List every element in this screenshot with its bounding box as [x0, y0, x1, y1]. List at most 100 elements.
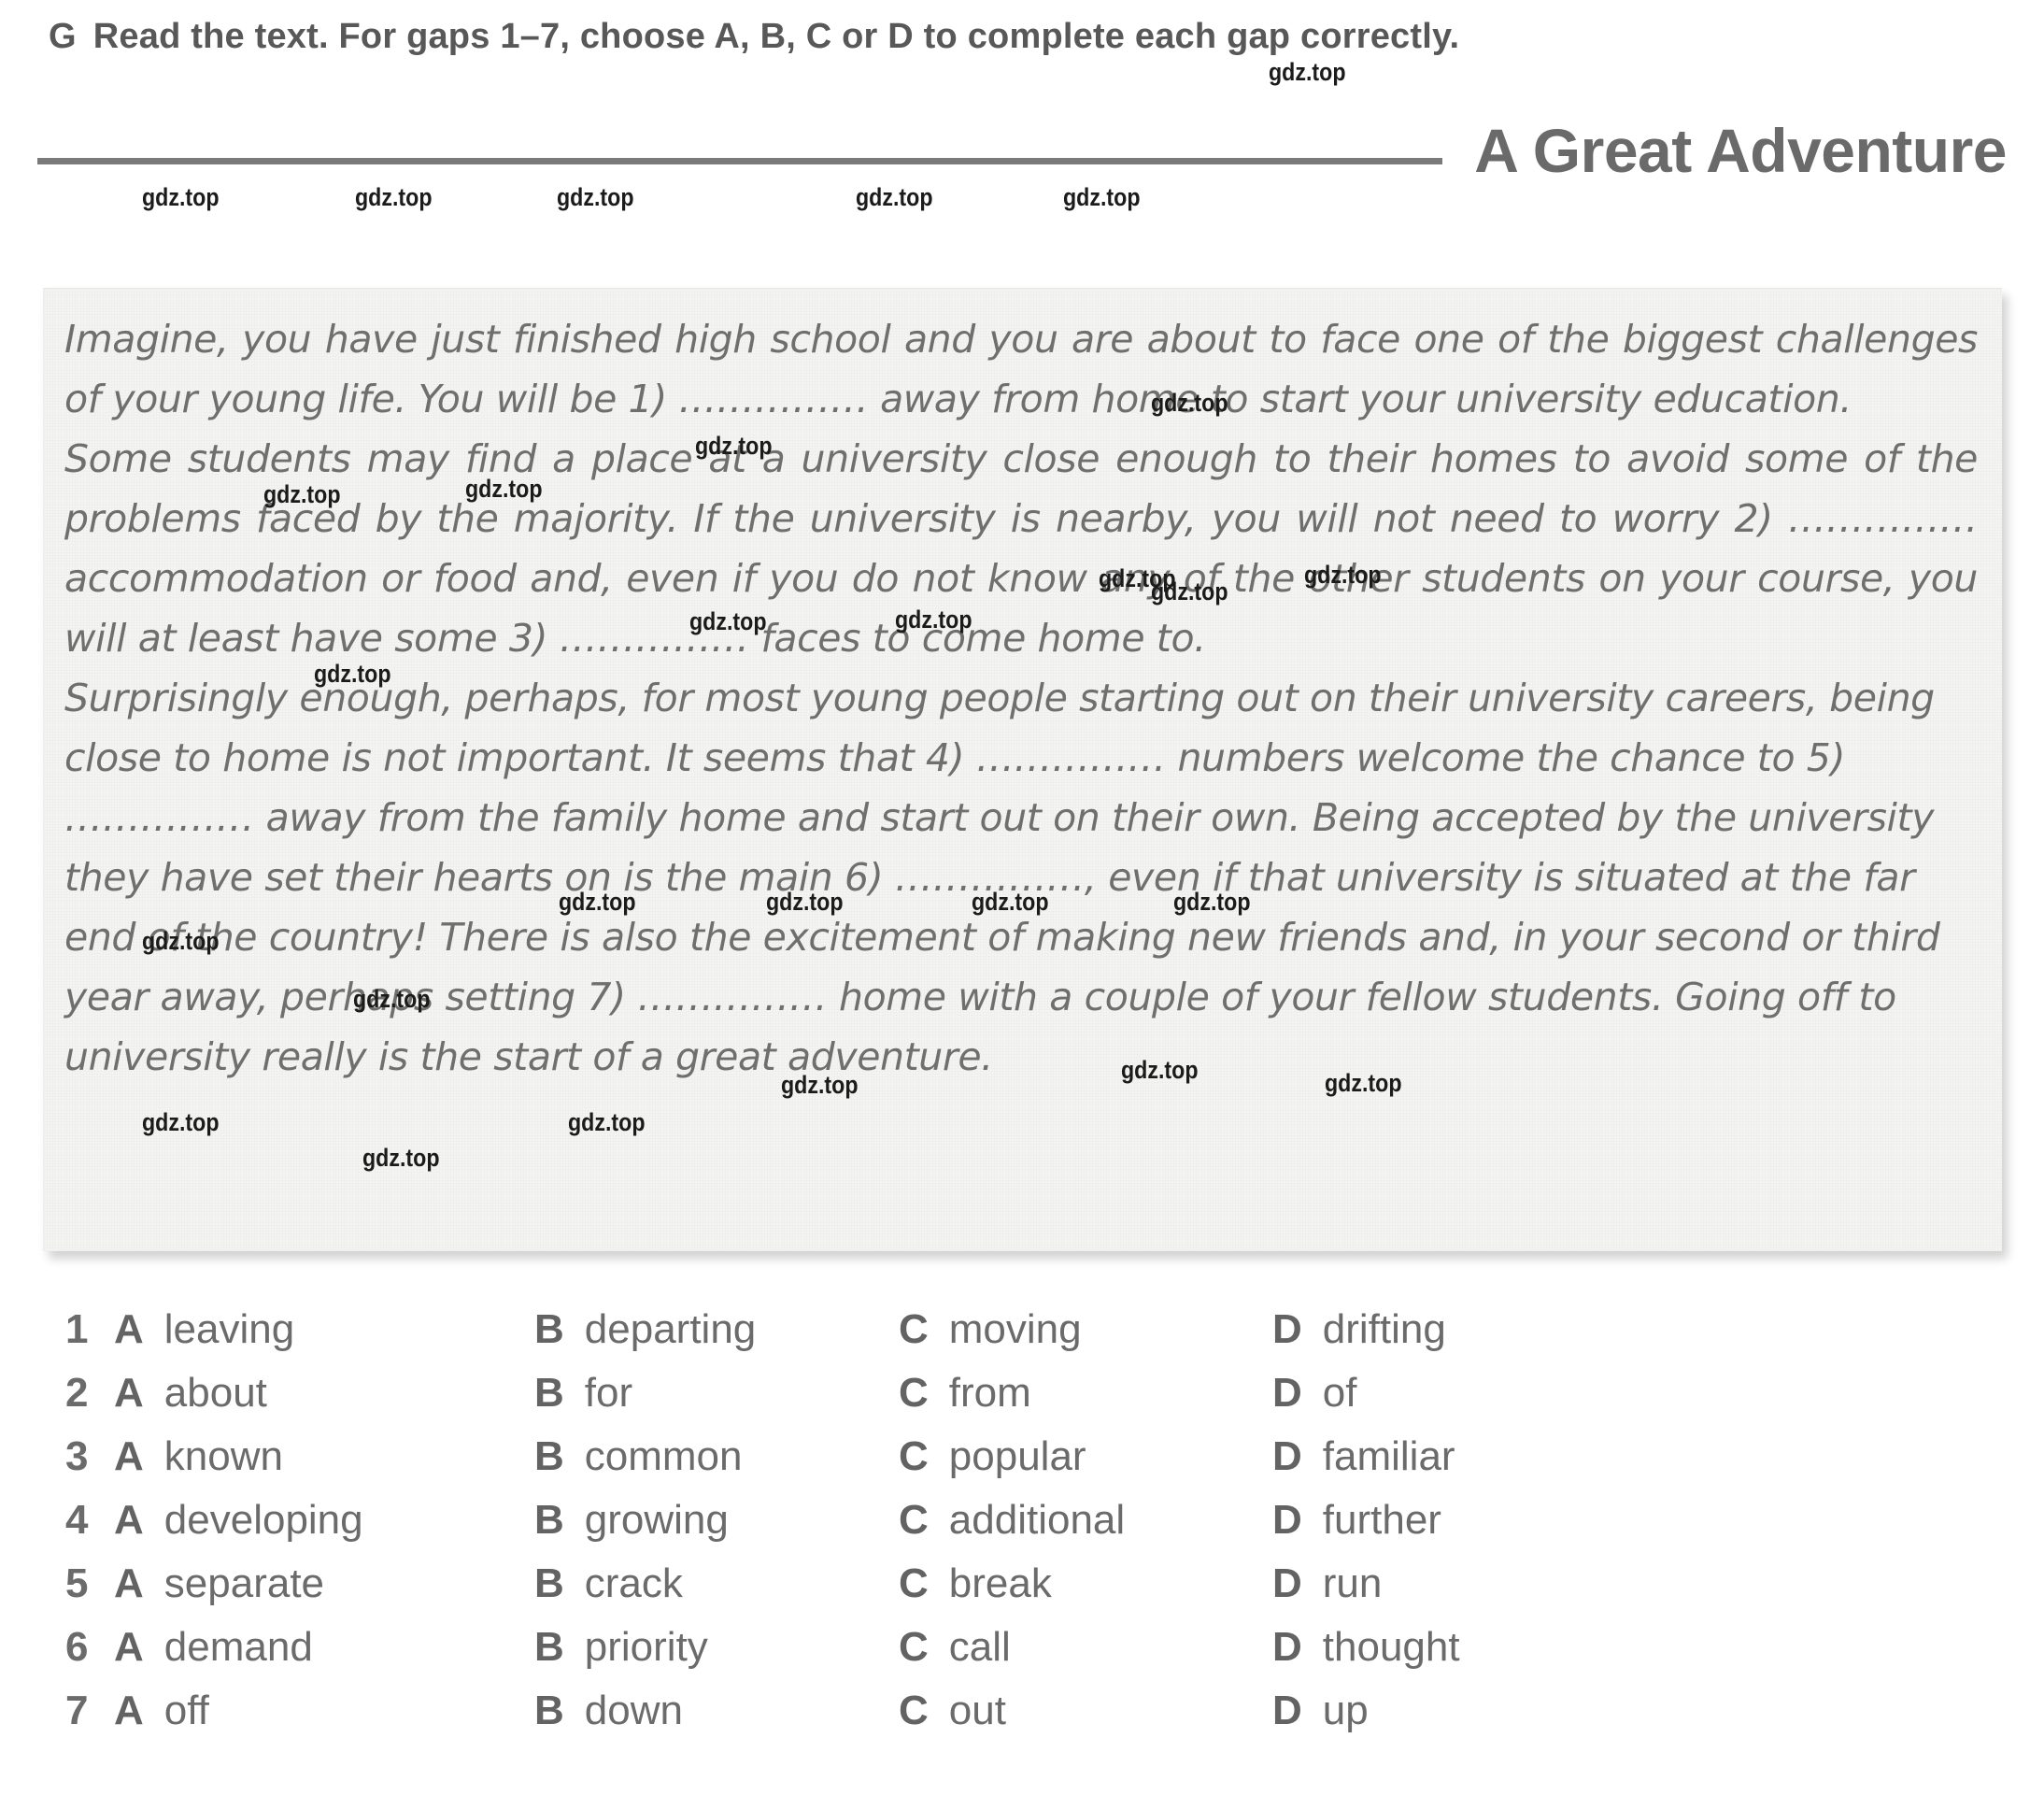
- option-text-b: common: [584, 1433, 743, 1479]
- option-text-d: familiar: [1322, 1433, 1455, 1479]
- option-choice-c[interactable]: Cfrom: [899, 1370, 1272, 1417]
- option-choice-d[interactable]: Dfurther: [1272, 1497, 1441, 1544]
- option-text-d: further: [1322, 1497, 1441, 1543]
- option-choice-c[interactable]: Ccall: [899, 1624, 1272, 1671]
- option-text-a: demand: [163, 1624, 313, 1670]
- passage-paragraph-1: Imagine, you have just finished high sch…: [64, 317, 1978, 421]
- option-row-number: 5: [65, 1560, 89, 1606]
- option-letter-a: A: [114, 1433, 144, 1479]
- option-choice-d[interactable]: Drun: [1272, 1560, 1382, 1607]
- option-letter-b: B: [534, 1433, 564, 1479]
- option-letter-d: D: [1272, 1624, 1302, 1670]
- option-choice-a[interactable]: Aleaving: [114, 1306, 534, 1353]
- passage-paragraph-2: Some students may find a place at a univ…: [64, 436, 1978, 661]
- option-letter-d: D: [1272, 1370, 1302, 1416]
- option-text-b: departing: [584, 1306, 757, 1352]
- option-letter-b: B: [534, 1306, 564, 1352]
- option-letter-c: C: [899, 1688, 929, 1733]
- option-row: 1 Aleaving Bdeparting Cmoving Ddrifting: [65, 1306, 1990, 1370]
- option-choice-d[interactable]: Dthought: [1272, 1624, 1460, 1671]
- option-choice-a[interactable]: Aabout: [114, 1370, 534, 1417]
- option-text-d: drifting: [1322, 1306, 1446, 1352]
- option-choice-b[interactable]: Bgrowing: [534, 1497, 899, 1544]
- option-letter-b: B: [534, 1560, 564, 1606]
- option-row-number: 4: [65, 1497, 89, 1543]
- option-choice-b[interactable]: Bpriority: [534, 1624, 899, 1671]
- option-choice-b[interactable]: Bdown: [534, 1688, 899, 1734]
- option-row-number: 7: [65, 1688, 89, 1733]
- horizontal-rule-divider: [37, 157, 1443, 164]
- option-choice-c[interactable]: Cadditional: [899, 1497, 1272, 1544]
- option-choice-a[interactable]: Ademand: [114, 1624, 534, 1671]
- option-text-a: known: [163, 1433, 283, 1479]
- option-text-c: moving: [948, 1306, 1082, 1352]
- option-choice-a[interactable]: Aknown: [114, 1433, 534, 1480]
- option-letter-d: D: [1272, 1560, 1302, 1606]
- option-text-a: off: [163, 1688, 209, 1733]
- option-text-b: growing: [584, 1497, 729, 1543]
- article-title-row: A Great Adventure: [37, 118, 2007, 183]
- option-text-c: additional: [948, 1497, 1126, 1543]
- option-text-b: crack: [584, 1560, 683, 1606]
- option-choice-a[interactable]: Aseparate: [114, 1560, 534, 1607]
- option-letter-b: B: [534, 1370, 564, 1416]
- option-row: 7 Aoff Bdown Cout Dup: [65, 1688, 1990, 1751]
- exercise-instruction-text: Read the text. For gaps 1–7, choose A, B…: [92, 17, 1460, 56]
- option-row-number: 6: [65, 1624, 89, 1670]
- watermark-text: gdz.top: [355, 183, 433, 211]
- option-choice-c[interactable]: Cbreak: [899, 1560, 1272, 1607]
- option-choice-d[interactable]: Dup: [1272, 1688, 1369, 1734]
- option-letter-a: A: [114, 1624, 144, 1670]
- option-letter-d: D: [1272, 1306, 1302, 1352]
- option-choice-c[interactable]: Cmoving: [899, 1306, 1272, 1353]
- option-letter-a: A: [114, 1497, 144, 1543]
- watermark-text: gdz.top: [1063, 183, 1141, 211]
- reading-passage-text: Imagine, you have just finished high sch…: [44, 289, 2002, 1087]
- option-choice-a[interactable]: Aoff: [114, 1688, 534, 1734]
- option-text-c: from: [948, 1370, 1031, 1416]
- option-row: 6 Ademand Bpriority Ccall Dthought: [65, 1624, 1990, 1688]
- option-row: 5 Aseparate Bcrack Cbreak Drun: [65, 1560, 1990, 1624]
- option-text-b: priority: [584, 1624, 708, 1670]
- option-text-d: up: [1322, 1688, 1369, 1733]
- option-letter-a: A: [114, 1370, 144, 1416]
- option-row-number: 2: [65, 1370, 89, 1416]
- option-letter-c: C: [899, 1433, 929, 1479]
- option-letter-b: B: [534, 1624, 564, 1670]
- exercise-instruction: G Read the text. For gaps 1–7, choose A, …: [49, 17, 1459, 57]
- option-letter-d: D: [1272, 1688, 1302, 1733]
- option-text-a: leaving: [163, 1306, 295, 1352]
- option-choice-b[interactable]: Bcrack: [534, 1560, 899, 1607]
- option-letter-c: C: [899, 1306, 929, 1352]
- option-text-a: developing: [163, 1497, 363, 1543]
- option-choice-b[interactable]: Bfor: [534, 1370, 899, 1417]
- option-letter-c: C: [899, 1497, 929, 1543]
- option-letter-a: A: [114, 1306, 144, 1352]
- option-choice-a[interactable]: Adeveloping: [114, 1497, 534, 1544]
- option-choice-c[interactable]: Cout: [899, 1688, 1272, 1734]
- option-text-b: for: [584, 1370, 633, 1416]
- option-letter-d: D: [1272, 1497, 1302, 1543]
- option-letter-c: C: [899, 1370, 929, 1416]
- option-choice-d[interactable]: Ddrifting: [1272, 1306, 1446, 1353]
- option-choice-c[interactable]: Cpopular: [899, 1433, 1272, 1480]
- option-letter-b: B: [534, 1497, 564, 1543]
- watermark-text: gdz.top: [142, 183, 220, 211]
- option-text-c: call: [948, 1624, 1011, 1670]
- option-letter-a: A: [114, 1560, 144, 1606]
- option-text-d: run: [1322, 1560, 1383, 1606]
- option-choice-d[interactable]: Dfamiliar: [1272, 1433, 1455, 1480]
- article-title: A Great Adventure: [1474, 116, 2007, 185]
- option-text-b: down: [584, 1688, 683, 1733]
- option-row: 4 Adeveloping Bgrowing Cadditional Dfurt…: [65, 1497, 1990, 1560]
- option-choice-b[interactable]: Bcommon: [534, 1433, 899, 1480]
- option-text-a: separate: [163, 1560, 325, 1606]
- option-text-c: out: [948, 1688, 1006, 1733]
- option-choice-d[interactable]: Dof: [1272, 1370, 1356, 1417]
- option-text-d: of: [1322, 1370, 1357, 1416]
- option-letter-c: C: [899, 1560, 929, 1606]
- option-choice-b[interactable]: Bdeparting: [534, 1306, 899, 1353]
- watermark-text: gdz.top: [557, 183, 634, 211]
- option-row: 2 Aabout Bfor Cfrom Dof: [65, 1370, 1990, 1433]
- option-letter-d: D: [1272, 1433, 1302, 1479]
